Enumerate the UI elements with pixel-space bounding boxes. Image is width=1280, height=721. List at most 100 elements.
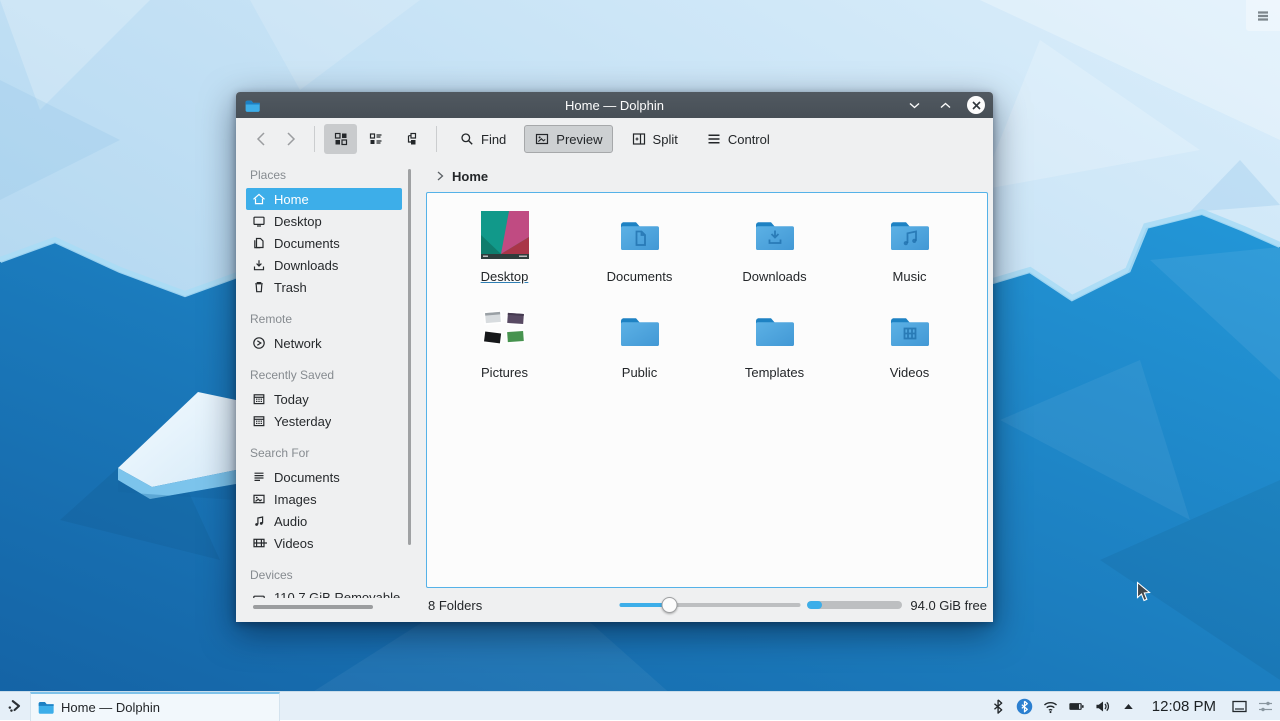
chevron-right-icon <box>434 170 446 182</box>
window-title: Home — Dolphin <box>236 98 993 113</box>
sidebar-item-label: Desktop <box>274 214 322 229</box>
sidebar-horizontal-scrollbar[interactable] <box>253 605 373 609</box>
zoom-slider[interactable] <box>619 597 800 613</box>
sidebar-item-label: Today <box>274 392 309 407</box>
task-dolphin[interactable]: Home — Dolphin <box>30 692 280 721</box>
disk-capacity-fill <box>807 601 821 609</box>
hamburger-icon <box>706 131 722 147</box>
sidebar-item-yesterday[interactable]: Yesterday <box>246 410 402 432</box>
wifi-icon[interactable] <box>1042 698 1059 715</box>
sidebar-item-desktop[interactable]: Desktop <box>246 210 402 232</box>
folder-view[interactable]: Desktop Documents Downloads Music Pictures Pu… <box>426 192 988 588</box>
file-item-public[interactable]: Public <box>572 307 707 403</box>
desktop-icon <box>251 213 267 229</box>
folder-music <box>886 211 934 259</box>
maximize-button[interactable] <box>936 96 954 114</box>
sidebar-item-label: Trash <box>274 280 307 295</box>
slider-handle[interactable] <box>662 597 678 613</box>
sidebar-item-label: Documents <box>274 236 340 251</box>
volume-icon[interactable] <box>1094 698 1111 715</box>
battery-icon[interactable] <box>1068 698 1085 715</box>
breadcrumb[interactable]: Home <box>426 160 993 192</box>
show-desktop-icon[interactable] <box>1231 698 1248 715</box>
file-item-music[interactable]: Music <box>842 211 977 307</box>
bluetooth-icon[interactable] <box>990 698 1007 715</box>
app-launcher-button[interactable] <box>0 692 30 721</box>
sidebar-item-videos[interactable]: Videos <box>246 532 402 554</box>
details-view-button[interactable] <box>394 124 427 154</box>
statusbar: 8 Folders 94.0 GiB free <box>426 588 993 622</box>
find-label: Find <box>481 132 506 147</box>
preview-label: Preview <box>556 132 602 147</box>
forward-button[interactable] <box>276 124 306 154</box>
split-button[interactable]: Split <box>621 125 688 153</box>
tray-icons <box>990 698 1137 715</box>
pictures-preview <box>481 307 529 355</box>
expand-arrow-icon[interactable] <box>1120 698 1137 715</box>
sidebar-item-documents[interactable]: Documents <box>246 466 402 488</box>
task-title: Home — Dolphin <box>61 700 160 715</box>
file-label: Pictures <box>481 365 528 380</box>
places-panel: Places Home Desktop Documents Downloads Trash… <box>236 160 426 622</box>
taskbar: Home — Dolphin 12:08 PM <box>0 691 1280 720</box>
desktop: Home — Dolphin <box>0 0 1280 720</box>
split-label: Split <box>653 132 678 147</box>
folder-documents <box>616 211 664 259</box>
file-item-documents[interactable]: Documents <box>572 211 707 307</box>
file-item-pictures[interactable]: Pictures <box>437 307 572 403</box>
bluetooth-active-icon[interactable] <box>1016 698 1033 715</box>
sidebar-item-images[interactable]: Images <box>246 488 402 510</box>
panel-toolbox-icon[interactable] <box>1257 698 1274 715</box>
sidebar-item-label: Yesterday <box>274 414 331 429</box>
back-button[interactable] <box>246 124 276 154</box>
file-label: Downloads <box>742 269 806 284</box>
breadcrumb-home[interactable]: Home <box>452 169 488 184</box>
sidebar-item-label: Videos <box>274 536 314 551</box>
file-item-templates[interactable]: Templates <box>707 307 842 403</box>
minimize-button[interactable] <box>905 96 923 114</box>
search-icon <box>459 131 475 147</box>
sidebar-item-audio[interactable]: Audio <box>246 510 402 532</box>
control-label: Control <box>728 132 770 147</box>
file-label: Videos <box>890 365 930 380</box>
close-button[interactable] <box>967 96 985 114</box>
sidebar-item-trash[interactable]: Trash <box>246 276 402 298</box>
sidebar-item-label: Images <box>274 492 317 507</box>
sidebar-section-header: Places <box>250 168 426 185</box>
home-icon <box>251 191 267 207</box>
sidebar-item-110-7-gib-removable-drive[interactable]: 110.7 GiB Removable Drive <box>246 588 402 598</box>
sidebar-item-network[interactable]: Network <box>246 332 402 354</box>
sidebar-item-today[interactable]: Today <box>246 388 402 410</box>
file-label: Templates <box>745 365 804 380</box>
sidebar-item-documents[interactable]: Documents <box>246 232 402 254</box>
file-label: Documents <box>607 269 673 284</box>
details-view-icon <box>403 131 419 147</box>
sidebar-item-home[interactable]: Home <box>246 188 402 210</box>
folder-plain <box>616 307 664 355</box>
file-grid: Desktop Documents Downloads Music Pictures Pu… <box>437 211 987 403</box>
folder-plain <box>751 307 799 355</box>
preview-button[interactable]: Preview <box>524 125 612 153</box>
folder-icon <box>37 698 55 716</box>
sidebar-item-downloads[interactable]: Downloads <box>246 254 402 276</box>
control-button[interactable]: Control <box>696 125 780 153</box>
app-launcher-icon <box>7 698 23 714</box>
free-space-label: 94.0 GiB free <box>910 598 987 613</box>
sidebar-vertical-scrollbar[interactable] <box>408 169 411 545</box>
file-label: Public <box>622 365 657 380</box>
audio-icon <box>251 513 267 529</box>
file-item-videos[interactable]: Videos <box>842 307 977 403</box>
sidebar-section-header: Recently Saved <box>250 368 426 385</box>
toolbar-separator <box>436 126 437 152</box>
desktop-preview <box>481 211 529 259</box>
compact-view-icon <box>368 131 384 147</box>
compact-view-button[interactable] <box>359 124 392 154</box>
clock[interactable]: 12:08 PM <box>1146 698 1222 715</box>
sidebar-section-header: Devices <box>250 568 426 585</box>
titlebar[interactable]: Home — Dolphin <box>236 92 993 118</box>
file-item-desktop[interactable]: Desktop <box>437 211 572 307</box>
file-item-downloads[interactable]: Downloads <box>707 211 842 307</box>
icons-view-button[interactable] <box>324 124 357 154</box>
desktop-toolbox[interactable] <box>1246 0 1280 31</box>
find-button[interactable]: Find <box>449 125 516 153</box>
